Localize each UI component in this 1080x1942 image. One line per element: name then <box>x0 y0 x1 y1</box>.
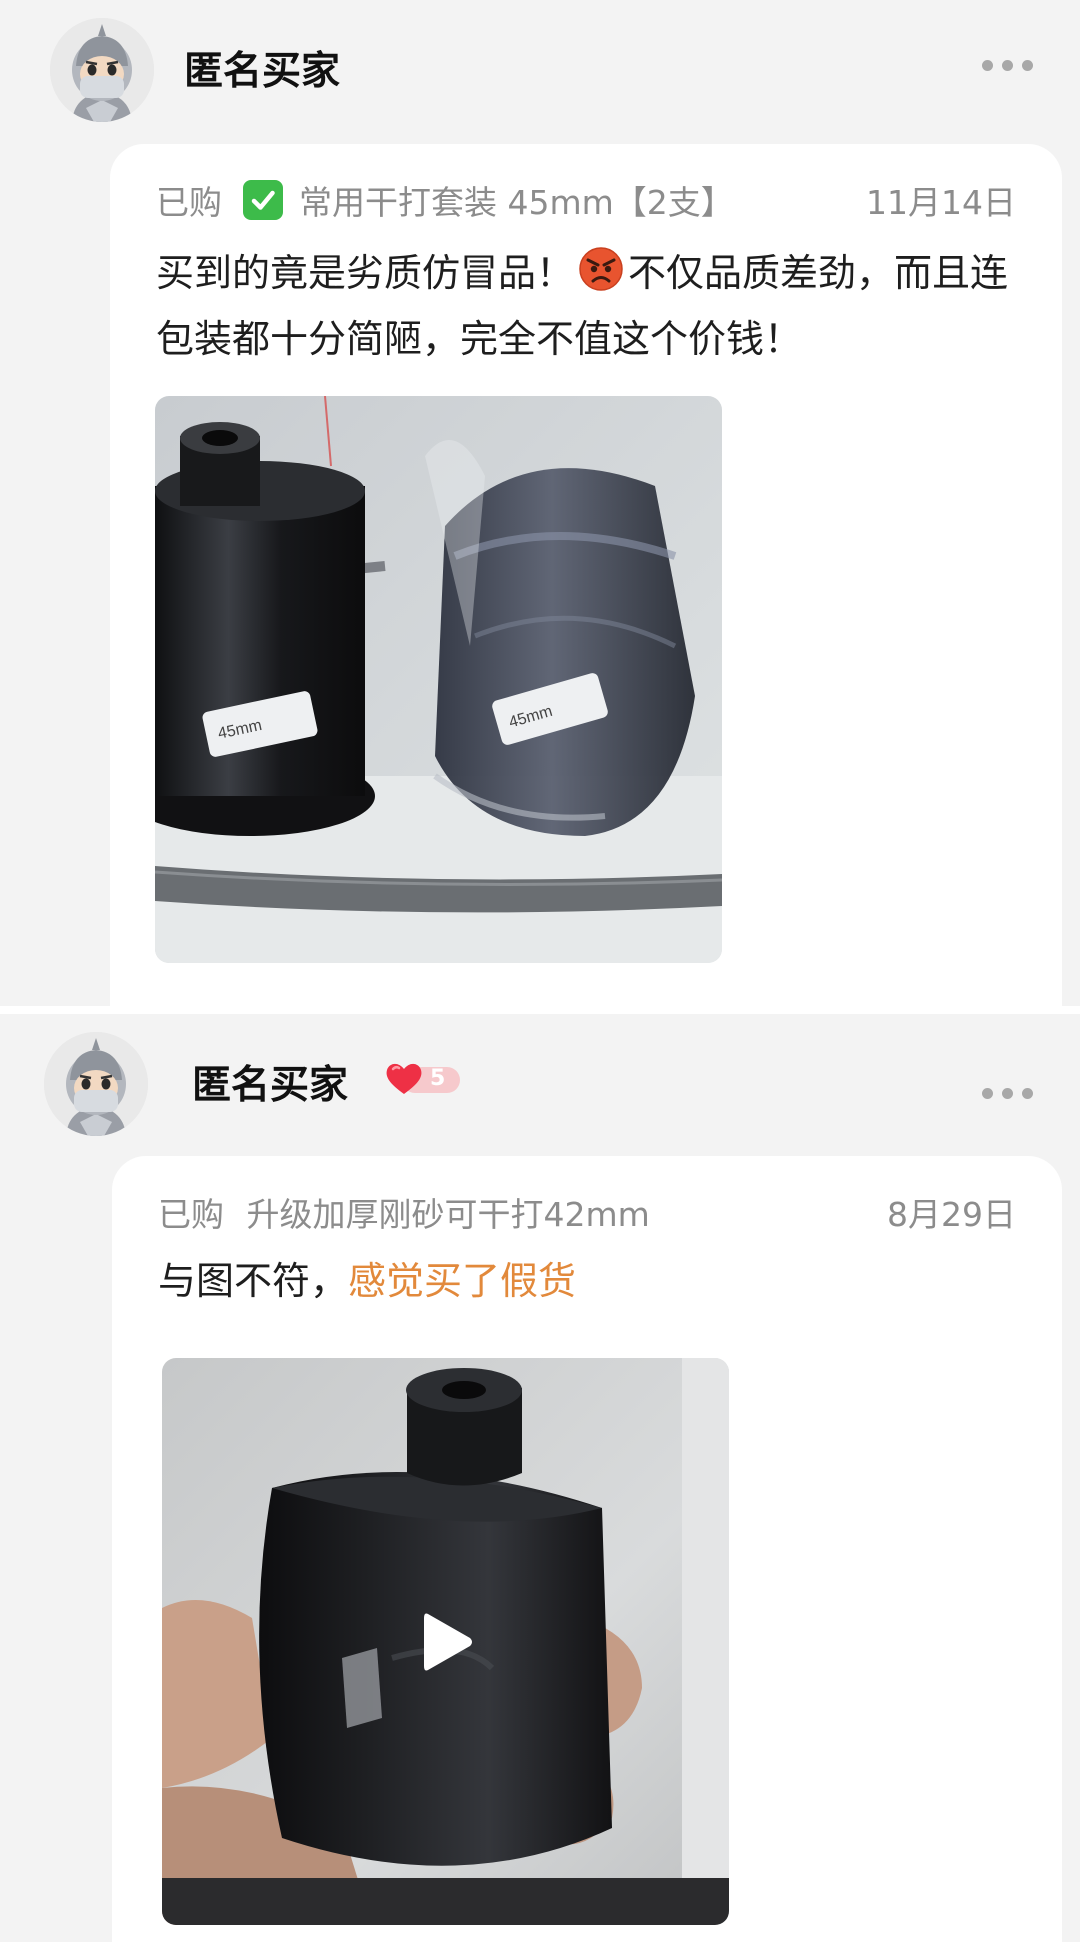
review-screenshot-2: 匿名买家 5 已购 升级加厚刚砂可干打42mm 8月29日 与图不符，感觉买了假… <box>0 1014 1080 1942</box>
review-date: 8月29日 <box>887 1195 1016 1234</box>
avatar[interactable] <box>50 18 154 122</box>
avatar[interactable] <box>44 1032 148 1136</box>
review-text-part-1: 买到的竟是劣质仿冒品！ <box>156 251 575 295</box>
review-screenshot-1: 匿名买家 已购 常用干打套装 45mm【2支】 11月14日 买到的竟是劣质仿冒… <box>0 0 1080 1006</box>
review-card: 已购 常用干打套装 45mm【2支】 11月14日 买到的竟是劣质仿冒品！ 不仅… <box>110 144 1062 1006</box>
review-card: 已购 升级加厚刚砂可干打42mm 8月29日 与图不符，感觉买了假货 <box>112 1156 1062 1942</box>
review-photo[interactable]: 45mm 45mm <box>155 396 722 963</box>
anonymous-avatar-icon <box>50 18 154 122</box>
screenshot-divider <box>0 1006 1080 1014</box>
play-icon[interactable] <box>406 1602 486 1682</box>
member-level: 5 <box>430 1066 446 1091</box>
review-header: 匿名买家 5 <box>0 1014 1080 1154</box>
more-options-icon[interactable] <box>982 56 1038 76</box>
username[interactable]: 匿名买家 <box>192 1054 348 1110</box>
review-header: 匿名买家 <box>0 0 1080 140</box>
review-video[interactable] <box>162 1358 729 1925</box>
review-date: 11月14日 <box>866 183 1016 222</box>
truncated-text-row <box>156 998 856 1006</box>
review-text-plain: 与图不符， <box>158 1259 349 1303</box>
heart-icon <box>386 1063 422 1094</box>
anonymous-avatar-icon <box>44 1032 148 1136</box>
review-text: 与图不符，感觉买了假货 <box>158 1248 1028 1314</box>
more-options-icon[interactable] <box>982 1084 1038 1104</box>
purchase-info: 已购 常用干打套装 45mm【2支】 11月14日 <box>156 176 1016 222</box>
purchased-product[interactable]: 升级加厚刚砂可干打42mm <box>247 1188 650 1236</box>
purchase-info: 已购 升级加厚刚砂可干打42mm 8月29日 <box>158 1188 1016 1234</box>
member-level-badge: 5 <box>384 1060 462 1096</box>
check-mark-icon <box>242 180 283 220</box>
review-text: 买到的竟是劣质仿冒品！ 不仅品质差劲，而且连包装都十分简陋，完全不值这个价钱！ <box>156 240 1026 372</box>
purchased-label: 已购 <box>158 1195 224 1234</box>
review-text-highlight: 感觉买了假货 <box>348 1259 577 1303</box>
angry-face-icon <box>579 247 623 291</box>
purchased-label: 已购 <box>156 183 222 222</box>
username[interactable]: 匿名买家 <box>184 40 340 96</box>
purchased-product[interactable]: 常用干打套装 45mm【2支】 <box>299 176 734 224</box>
product-photo-image: 45mm 45mm <box>155 396 722 963</box>
